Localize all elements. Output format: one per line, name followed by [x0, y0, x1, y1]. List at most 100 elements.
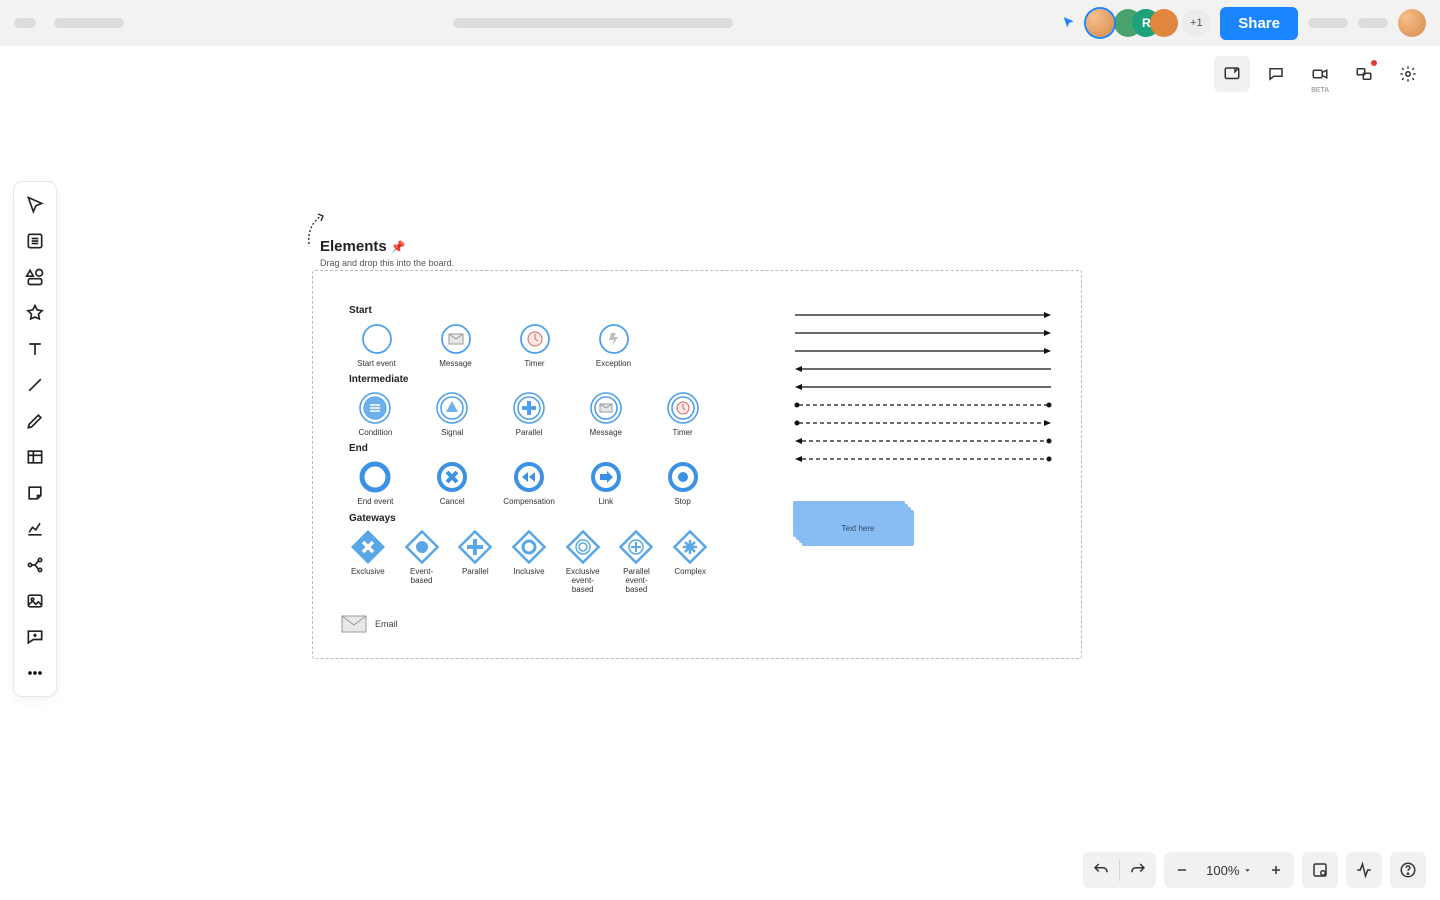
comment-tool[interactable] — [18, 620, 52, 654]
panel-title-text: Elements — [320, 238, 387, 255]
avatar-collaborator-3[interactable] — [1150, 9, 1178, 37]
element-label: Parallel — [462, 567, 489, 576]
element-int-message[interactable]: Message — [579, 391, 632, 437]
connector-solid-left-1[interactable] — [793, 365, 1053, 373]
settings-button[interactable] — [1390, 56, 1426, 92]
element-gw-complex[interactable]: Complex — [671, 530, 709, 595]
element-end-stop[interactable]: Stop — [656, 460, 709, 506]
zoom-in-button[interactable] — [1258, 852, 1294, 888]
sticky-tool[interactable] — [18, 476, 52, 510]
select-tool[interactable] — [18, 188, 52, 222]
element-int-signal[interactable]: Signal — [426, 391, 479, 437]
element-label: Timer — [524, 359, 544, 368]
map-button[interactable] — [1302, 852, 1338, 888]
logo-skeleton — [14, 18, 36, 28]
image-tool[interactable] — [18, 584, 52, 618]
element-gw-inclusive[interactable]: Inclusive — [510, 530, 548, 595]
zoom-out-button[interactable] — [1164, 852, 1200, 888]
pen-tool[interactable] — [18, 404, 52, 438]
line-tool[interactable] — [18, 368, 52, 402]
element-label: Complex — [674, 567, 706, 576]
comments-button[interactable] — [1258, 56, 1294, 92]
element-end-compensation[interactable]: Compensation — [503, 460, 556, 506]
connector-solid-right-3[interactable] — [793, 347, 1053, 355]
element-start-timer[interactable]: Timer — [507, 322, 562, 368]
element-gw-parallel-event[interactable]: Parallel event-based — [618, 530, 656, 595]
connector-solid-right-1[interactable] — [793, 311, 1053, 319]
more-tool[interactable] — [18, 656, 52, 690]
templates-tool[interactable] — [18, 224, 52, 258]
element-label: Timer — [673, 428, 693, 437]
avatar-active[interactable] — [1086, 9, 1114, 37]
table-tool[interactable] — [18, 440, 52, 474]
element-label: Message — [590, 428, 622, 437]
overflow-avatars-badge[interactable]: +1 — [1182, 9, 1210, 37]
undo-redo-group — [1083, 852, 1156, 888]
top-right-tools: BETA — [1214, 56, 1426, 92]
top-left-placeholder — [14, 18, 124, 28]
elements-panel[interactable]: Start Start event Message Timer Exceptio… — [312, 270, 1082, 659]
element-end-link[interactable]: Link — [579, 460, 632, 506]
element-gw-parallel[interactable]: Parallel — [456, 530, 494, 595]
mindmap-tool[interactable] — [18, 548, 52, 582]
element-label: Compensation — [503, 497, 555, 506]
star-tool[interactable] — [18, 296, 52, 330]
presentation-button[interactable] — [1346, 56, 1382, 92]
avatar-self[interactable] — [1398, 9, 1426, 37]
element-gw-exclusive[interactable]: Exclusive — [349, 530, 387, 595]
section-gateways-title: Gateways — [349, 513, 709, 524]
undo-button[interactable] — [1083, 852, 1119, 888]
element-label: Email — [375, 619, 398, 629]
connector-dashed-both-2[interactable] — [793, 455, 1053, 463]
element-gw-event-based[interactable]: Event-based — [403, 530, 441, 595]
panel-subtitle: Drag and drop this into the board. — [320, 258, 454, 268]
doc-title-skeleton — [453, 18, 733, 28]
element-end-event[interactable]: End event — [349, 460, 402, 506]
left-toolbar — [14, 182, 56, 696]
element-int-condition[interactable]: Condition — [349, 391, 402, 437]
element-start-exception[interactable]: Exception — [586, 322, 641, 368]
text-tool[interactable] — [18, 332, 52, 366]
shapes-tool[interactable] — [18, 260, 52, 294]
connector-dashed-both-1[interactable] — [793, 401, 1053, 409]
zoom-level[interactable]: 100% — [1200, 863, 1258, 878]
element-int-parallel[interactable]: Parallel — [503, 391, 556, 437]
title-skeleton — [54, 18, 124, 28]
video-button[interactable]: BETA — [1302, 56, 1338, 92]
zoom-group: 100% — [1164, 852, 1294, 888]
element-start-message[interactable]: Message — [428, 322, 483, 368]
element-label: Message — [439, 359, 471, 368]
section-end-title: End — [349, 443, 709, 454]
help-button[interactable] — [1390, 852, 1426, 888]
top-bar: R +1 Share — [0, 0, 1440, 46]
bottom-bar: 100% — [1083, 852, 1426, 888]
connector-dashed-right[interactable] — [793, 419, 1053, 427]
avatars-group: R — [1124, 9, 1178, 37]
connector-solid-right-2[interactable] — [793, 329, 1053, 337]
element-label: Parallel event-based — [618, 567, 656, 595]
element-end-cancel[interactable]: Cancel — [426, 460, 479, 506]
element-start-event[interactable]: Start event — [349, 322, 404, 368]
element-gw-exclusive-event[interactable]: Exclusive event-based — [564, 530, 602, 595]
cursor-presence-icon — [1062, 16, 1076, 30]
share-button[interactable]: Share — [1220, 7, 1298, 40]
connector-dashed-left[interactable] — [793, 437, 1053, 445]
header-skeleton-1 — [1308, 18, 1348, 28]
element-label: Exclusive event-based — [564, 567, 602, 595]
activity-button[interactable] — [1346, 852, 1382, 888]
elements-grid: Start Start event Message Timer Exceptio… — [349, 297, 709, 592]
stack-card-front: Text here — [802, 510, 914, 546]
chart-tool[interactable] — [18, 512, 52, 546]
notes-button[interactable] — [1214, 56, 1250, 92]
pin-icon: 📌 — [391, 240, 406, 254]
card-stack[interactable]: Text here — [793, 501, 913, 551]
redo-button[interactable] — [1120, 852, 1156, 888]
element-label: Parallel — [516, 428, 543, 437]
top-right: R +1 Share — [1062, 7, 1426, 40]
element-label: Link — [598, 497, 613, 506]
connector-solid-left-2[interactable] — [793, 383, 1053, 391]
element-int-timer[interactable]: Timer — [656, 391, 709, 437]
element-label: Exception — [596, 359, 631, 368]
element-email[interactable]: Email — [341, 615, 398, 633]
section-start-title: Start — [349, 305, 709, 316]
